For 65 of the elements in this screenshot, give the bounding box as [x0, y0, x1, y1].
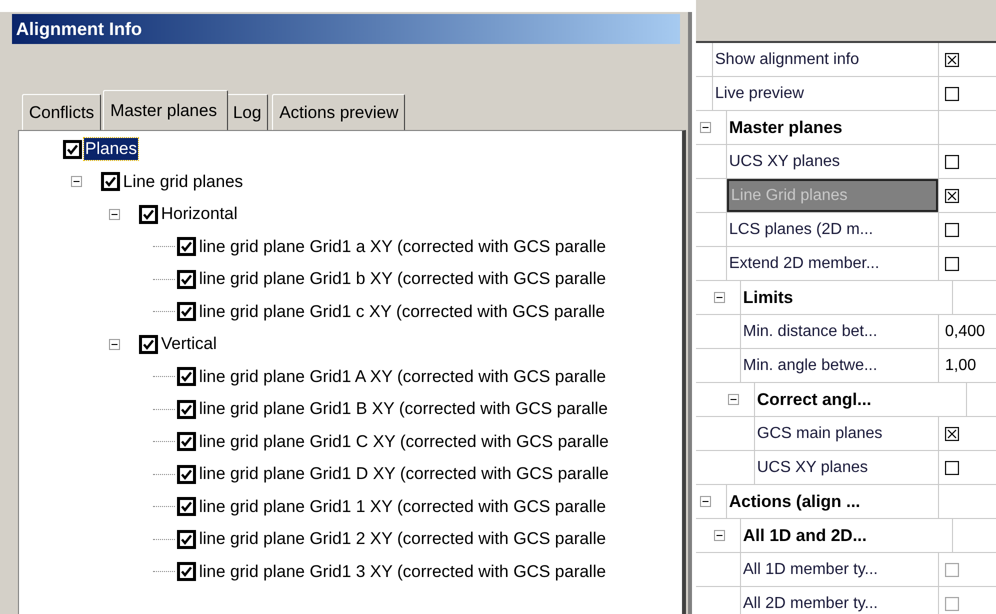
tree-item[interactable]: line grid plane Grid1 2 XY (corrected with GCS paralle	[198, 528, 607, 550]
property-label[interactable]: Live preview	[713, 77, 938, 110]
category-label: All 1D and 2D...	[742, 524, 868, 547]
tree-item[interactable]: line grid plane Grid1 B XY (corrected with GCS paralle	[198, 398, 609, 420]
tree-item[interactable]: line grid plane Grid1 1 XY (corrected with GCS paralle	[198, 496, 607, 518]
checkbox[interactable]	[177, 530, 196, 549]
checkbox[interactable]	[945, 86, 959, 100]
collapse-icon[interactable]	[109, 338, 120, 350]
checkbox[interactable]	[945, 426, 959, 440]
window-title: Alignment Info	[16, 18, 142, 41]
tree-item[interactable]: Planes	[84, 138, 138, 160]
tree-item[interactable]: Vertical	[160, 333, 218, 356]
checkbox[interactable]	[177, 270, 196, 289]
tab[interactable]: Master planes	[103, 90, 228, 130]
collapse-icon[interactable]	[71, 176, 82, 188]
property-label[interactable]: Extend 2D member...	[727, 247, 938, 280]
checkbox[interactable]	[945, 52, 959, 66]
checkbox[interactable]	[101, 172, 120, 192]
property-label[interactable]: UCS XY planes	[727, 145, 938, 178]
checkbox[interactable]	[945, 222, 959, 236]
tree-item[interactable]: line grid plane Grid1 D XY (corrected with GCS paralle	[198, 463, 610, 486]
collapse-icon[interactable]	[700, 122, 711, 133]
category-label: Correct angl...	[756, 388, 872, 411]
checkbox[interactable]	[945, 460, 959, 474]
checkbox[interactable]	[177, 432, 196, 452]
checkbox[interactable]	[177, 400, 196, 419]
property-value[interactable]: 1,00	[945, 354, 976, 378]
checkbox[interactable]	[177, 367, 196, 386]
tree-item[interactable]: Horizontal	[160, 203, 239, 226]
tree-item[interactable]: line grid plane Grid1 b XY (corrected with GCS paralle	[198, 268, 607, 290]
tab[interactable]: Actions preview	[272, 94, 406, 130]
tree-item[interactable]: line grid plane Grid1 3 XY (corrected with GCS paralle	[198, 560, 607, 583]
checkbox[interactable]	[177, 497, 196, 516]
tab[interactable]: Log	[226, 94, 268, 130]
checkbox[interactable]	[139, 204, 158, 224]
checkbox[interactable]	[945, 154, 959, 168]
property-label[interactable]: LCS planes (2D m...	[727, 213, 938, 246]
checkbox[interactable]	[177, 302, 196, 322]
checkbox[interactable]	[177, 562, 196, 582]
tab[interactable]: Conflicts	[22, 94, 102, 130]
tree-item[interactable]: Line grid planes	[122, 170, 244, 193]
category-label: Limits	[742, 286, 794, 309]
checkbox[interactable]	[177, 237, 196, 256]
property-label[interactable]: Show alignment info	[713, 43, 938, 76]
checkbox[interactable]	[139, 334, 158, 354]
tree-item[interactable]: line grid plane Grid1 a XY (corrected with GCS paralle	[198, 236, 607, 258]
checkbox[interactable]	[177, 464, 196, 484]
property-label[interactable]: Min. distance bet...	[741, 315, 938, 348]
property-label[interactable]: Min. angle betwe...	[741, 349, 938, 382]
tree-item[interactable]: line grid plane Grid1 A XY (corrected with GCS paralle	[198, 366, 607, 388]
checkbox[interactable]	[945, 256, 959, 270]
collapse-icon[interactable]	[714, 530, 725, 541]
property-label[interactable]: GCS main planes	[755, 417, 938, 450]
tree-item[interactable]: line grid plane Grid1 c XY (corrected with GCS paralle	[198, 300, 606, 323]
collapse-icon[interactable]	[109, 208, 120, 220]
category-label: Actions (align ...	[728, 490, 862, 513]
tree-item[interactable]: line grid plane Grid1 C XY (corrected with GCS paralle	[198, 430, 610, 453]
collapse-icon[interactable]	[728, 394, 739, 405]
checkbox[interactable]	[63, 140, 82, 159]
collapse-icon[interactable]	[714, 292, 725, 303]
category-label: Master planes	[728, 116, 844, 139]
property-value[interactable]: 0,400	[945, 320, 986, 344]
property-label[interactable]: UCS XY planes	[755, 451, 938, 484]
checkbox[interactable]	[945, 188, 959, 202]
collapse-icon[interactable]	[700, 496, 711, 507]
